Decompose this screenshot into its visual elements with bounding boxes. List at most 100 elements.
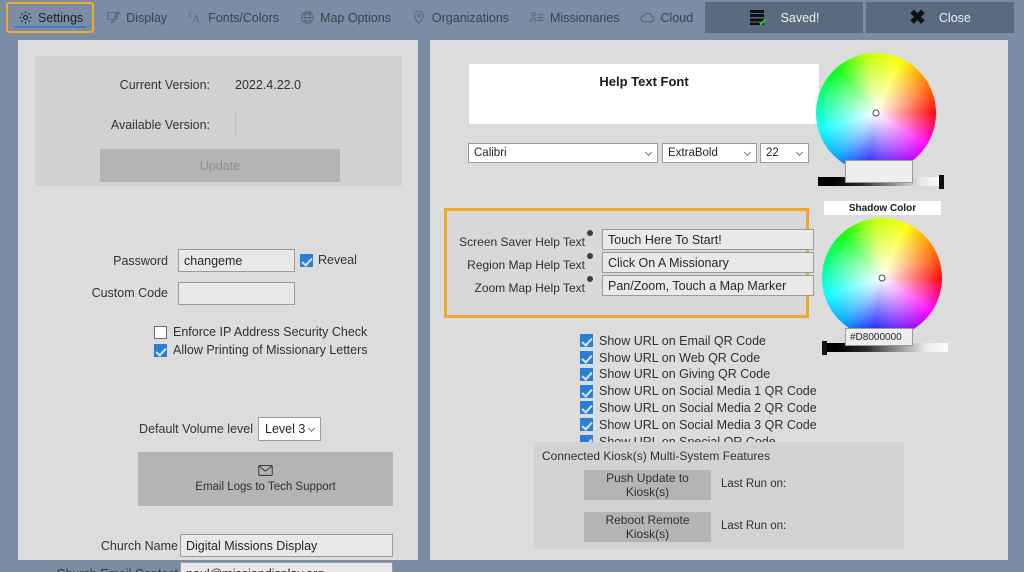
qr-web-checkbox[interactable] — [580, 351, 593, 364]
color-wheel-disc[interactable] — [816, 53, 936, 173]
qr-options-list: Show URL on Email QR Code Show URL on We… — [580, 334, 817, 452]
current-version-label: Current Version: — [75, 78, 210, 92]
tab-label: Settings — [38, 11, 83, 25]
qr-option-label: Show URL on Social Media 3 QR Code — [599, 418, 817, 432]
qr-option-row[interactable]: Show URL on Social Media 3 QR Code — [580, 418, 817, 432]
qr-social3-checkbox[interactable] — [580, 418, 593, 431]
enforce-ip-label: Enforce IP Address Security Check — [173, 325, 367, 339]
main-brightness-thumb[interactable] — [939, 175, 944, 189]
tab-cloud[interactable]: Cloud — [631, 2, 703, 33]
enforce-ip-check-row[interactable]: Enforce IP Address Security Check — [154, 325, 367, 339]
color-wheel-cursor[interactable] — [879, 275, 886, 282]
top-tab-bar: Settings Display A A Fon — [0, 0, 1024, 35]
zoom-map-help-text-row: Zoom Map Help Text Pan/Zoom, Touch a Map… — [453, 275, 814, 296]
default-volume-select[interactable]: Level 3 — [258, 417, 321, 441]
church-name-label: Church Name — [28, 539, 178, 553]
screen-saver-help-text-input[interactable]: Touch Here To Start! — [602, 229, 814, 250]
custom-code-label: Custom Code — [48, 286, 168, 300]
qr-social2-checkbox[interactable] — [580, 401, 593, 414]
tab-map-options[interactable]: Map Options — [290, 2, 400, 33]
qr-social1-checkbox[interactable] — [580, 385, 593, 398]
church-email-input[interactable] — [180, 562, 393, 572]
version-group: Current Version: 2022.4.22.0 Available V… — [35, 56, 402, 186]
zoom-map-help-text-label: Zoom Map Help Text — [453, 276, 593, 295]
qr-email-checkbox[interactable] — [580, 334, 593, 347]
allow-printing-checkbox[interactable] — [154, 344, 167, 357]
qr-option-row[interactable]: Show URL on Social Media 1 QR Code — [580, 384, 817, 398]
shadow-brightness-thumb[interactable] — [822, 341, 827, 355]
church-name-input[interactable] — [180, 534, 393, 557]
qr-option-row[interactable]: Show URL on Email QR Code — [580, 334, 817, 348]
screen-saver-help-text-label: Screen Saver Help Text — [453, 230, 593, 249]
font-family-select[interactable]: Calibri — [468, 143, 658, 163]
left-settings-panel: Current Version: 2022.4.22.0 Available V… — [18, 40, 418, 560]
reboot-remote-kiosks-button[interactable]: Reboot Remote Kiosk(s) — [584, 512, 711, 542]
main-color-wheel[interactable] — [816, 53, 936, 173]
tab-missionaries[interactable]: Missionaries — [520, 2, 628, 33]
save-check-icon: ✔ — [749, 9, 767, 27]
reboot-last-run-label: Last Run on: — [721, 520, 786, 532]
custom-code-input[interactable] — [178, 282, 295, 305]
enforce-ip-checkbox[interactable] — [154, 326, 167, 339]
tab-label: Cloud — [661, 11, 694, 25]
reveal-label: Reveal — [318, 253, 357, 267]
map-pin-icon — [411, 10, 427, 26]
qr-option-row[interactable]: Show URL on Social Media 2 QR Code — [580, 401, 817, 415]
reveal-checkbox[interactable]: Reveal — [300, 253, 357, 267]
available-version-label: Available Version: — [63, 118, 210, 132]
tab-organizations[interactable]: Organizations — [402, 2, 518, 33]
font-size-select[interactable]: 22 — [760, 143, 809, 163]
tab-list: Settings Display A A Fon — [6, 0, 704, 35]
region-map-help-text-input[interactable]: Click On A Missionary — [602, 252, 814, 273]
tab-display[interactable]: Display — [96, 2, 176, 33]
push-update-to-kiosks-button[interactable]: Push Update to Kiosk(s) — [584, 470, 711, 500]
font-size-icon: A A — [187, 10, 203, 26]
password-label: Password — [48, 254, 168, 268]
default-volume-value: Level 3 — [265, 422, 305, 436]
zoom-map-help-text-input[interactable]: Pan/Zoom, Touch a Map Marker — [602, 275, 814, 296]
tab-fonts-colors[interactable]: A A Fonts/Colors — [178, 2, 288, 33]
globe-icon — [299, 10, 315, 26]
kiosk-group-title: Connected Kiosk(s) Multi-System Features — [542, 449, 770, 463]
reveal-checkbox-box[interactable] — [300, 254, 313, 267]
default-volume-label: Default Volume level — [123, 422, 253, 436]
font-weight-select[interactable]: ExtraBold — [662, 143, 757, 163]
people-list-icon — [529, 10, 545, 26]
password-input[interactable] — [178, 249, 295, 272]
close-button[interactable]: ✖ Close — [866, 2, 1014, 33]
envelope-icon — [258, 465, 273, 479]
shadow-color-title: Shadow Color — [824, 201, 941, 215]
qr-option-row[interactable]: Show URL on Web QR Code — [580, 351, 817, 365]
shadow-color-wheel[interactable] — [822, 218, 942, 338]
chevron-down-icon — [744, 149, 751, 156]
allow-printing-check-row[interactable]: Allow Printing of Missionary Letters — [154, 343, 368, 357]
tab-label: Organizations — [432, 11, 509, 25]
available-version-value — [235, 112, 317, 136]
info-dot-icon[interactable] — [587, 253, 593, 259]
saved-button-label: Saved! — [781, 11, 820, 25]
main-color-hex-input[interactable] — [845, 160, 913, 183]
allow-printing-label: Allow Printing of Missionary Letters — [173, 343, 368, 357]
tab-settings[interactable]: Settings — [6, 2, 94, 33]
qr-option-row[interactable]: Show URL on Giving QR Code — [580, 368, 817, 382]
email-logs-label: Email Logs to Tech Support — [195, 481, 335, 493]
font-preview-text: Help Text Font — [599, 74, 688, 124]
saved-button[interactable]: ✔ Saved! — [705, 2, 863, 33]
settings-window: Settings Display A A Fon — [0, 0, 1024, 572]
qr-giving-checkbox[interactable] — [580, 368, 593, 381]
email-logs-button[interactable]: Email Logs to Tech Support — [138, 452, 393, 506]
font-size-value: 22 — [766, 147, 779, 159]
font-preview-box: Help Text Font — [468, 63, 820, 125]
kiosk-features-group: Connected Kiosk(s) Multi-System Features… — [534, 442, 904, 549]
current-version-value: 2022.4.22.0 — [235, 78, 301, 92]
update-button[interactable]: Update — [100, 149, 340, 182]
screen-saver-help-text-row: Screen Saver Help Text Touch Here To Sta… — [453, 229, 814, 250]
info-dot-icon[interactable] — [587, 230, 593, 236]
shadow-color-hex-input[interactable]: #D8000000 — [845, 328, 913, 346]
color-wheel-cursor[interactable] — [873, 110, 880, 117]
cloud-icon — [640, 10, 656, 26]
info-dot-icon[interactable] — [587, 276, 593, 282]
chevron-down-icon — [308, 425, 315, 432]
color-wheel-disc[interactable] — [822, 218, 942, 338]
tab-label: Map Options — [320, 11, 391, 25]
